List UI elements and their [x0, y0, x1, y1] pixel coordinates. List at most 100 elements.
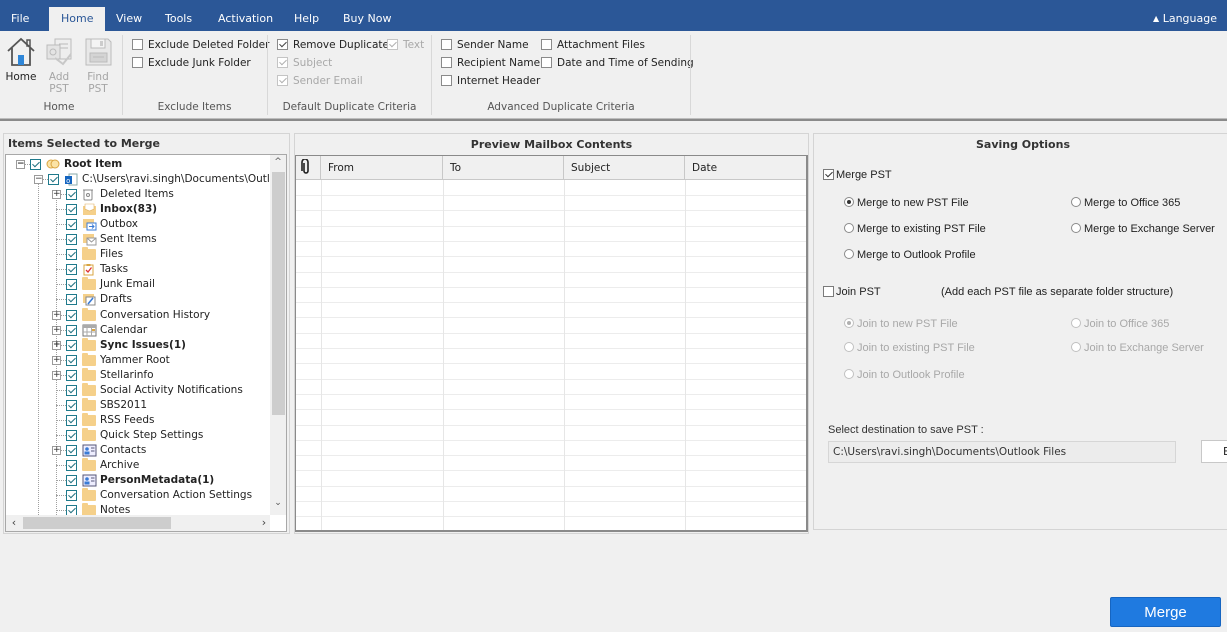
- menu-buy-now[interactable]: Buy Now: [343, 0, 391, 31]
- tree-item[interactable]: Tasks: [6, 262, 270, 277]
- tree-item-checkbox[interactable]: [66, 324, 77, 336]
- exclude-junk-folder-checkbox[interactable]: Exclude Junk Folder: [132, 55, 251, 71]
- tree-item-checkbox[interactable]: [66, 369, 77, 381]
- tree-item-checkbox[interactable]: [66, 475, 77, 487]
- remove-duplicate-checkbox[interactable]: Remove Duplicate: [277, 37, 389, 53]
- tree-item-checkbox[interactable]: [66, 234, 77, 246]
- scroll-left-arrow-icon[interactable]: ‹: [7, 515, 21, 531]
- tree-item[interactable]: SBS2011: [6, 397, 270, 413]
- expand-icon[interactable]: +: [52, 445, 61, 455]
- tree-item-checkbox[interactable]: [66, 414, 77, 426]
- tree-item-checkbox[interactable]: [66, 444, 77, 456]
- join-to-new-pst-radio[interactable]: Join to new PST File: [844, 316, 958, 332]
- expand-icon[interactable]: +: [52, 340, 61, 350]
- merge-pst-checkbox[interactable]: Merge PST: [823, 167, 892, 183]
- find-pst-button[interactable]: Find PST: [79, 36, 117, 95]
- sender-email-checkbox[interactable]: Sender Email: [277, 73, 363, 89]
- tree-item-checkbox[interactable]: [66, 339, 77, 351]
- folder-tree[interactable]: − Root Item − o C:\Users\ravi.singh\Document…: [5, 154, 287, 532]
- scrollbar-thumb[interactable]: [23, 517, 171, 529]
- scroll-right-arrow-icon[interactable]: ›: [257, 515, 271, 531]
- add-pst-button[interactable]: Add PST: [40, 36, 78, 95]
- scrollbar-thumb[interactable]: [272, 172, 285, 415]
- join-to-exchange-server-radio[interactable]: Join to Exchange Server: [1071, 340, 1204, 356]
- destination-path-input[interactable]: C:\Users\ravi.singh\Documents\Outlook Fi…: [828, 441, 1176, 463]
- tree-item[interactable]: + Deleted Items: [6, 187, 270, 202]
- tree-item-checkbox[interactable]: [66, 264, 77, 276]
- date-column-header[interactable]: Date: [685, 156, 806, 180]
- collapse-icon[interactable]: −: [34, 175, 43, 185]
- join-to-office365-radio[interactable]: Join to Office 365: [1071, 316, 1169, 332]
- tree-item[interactable]: Sent Items: [6, 232, 270, 247]
- tree-item[interactable]: − o C:\Users\ravi.singh\Documents\Outlook …: [6, 172, 286, 187]
- subject-checkbox[interactable]: Subject: [277, 55, 332, 71]
- tree-item-checkbox[interactable]: [48, 174, 59, 186]
- tree-item-checkbox[interactable]: [66, 399, 77, 411]
- from-column-header[interactable]: From: [321, 156, 443, 180]
- merge-to-existing-pst-radio[interactable]: Merge to existing PST File: [844, 221, 986, 237]
- internet-header-checkbox[interactable]: Internet Header: [441, 73, 540, 89]
- exclude-deleted-folder-checkbox[interactable]: Exclude Deleted Folder: [132, 37, 269, 53]
- tree-item-checkbox[interactable]: [66, 279, 77, 291]
- tree-item[interactable]: Junk Email: [6, 277, 270, 292]
- tree-item[interactable]: + Yammer Root: [6, 352, 270, 368]
- tree-item-checkbox[interactable]: [66, 189, 77, 201]
- scroll-up-arrow-icon[interactable]: ^: [270, 157, 286, 171]
- tree-item-checkbox[interactable]: [30, 159, 41, 170]
- text-checkbox[interactable]: Text: [387, 37, 424, 53]
- browse-button[interactable]: B: [1201, 440, 1227, 463]
- tree-item[interactable]: Conversation Action Settings: [6, 488, 270, 503]
- tree-horizontal-scrollbar[interactable]: ‹ ›: [6, 515, 270, 531]
- tree-item[interactable]: Inbox(83): [6, 202, 270, 217]
- join-pst-checkbox[interactable]: Join PST: [823, 284, 881, 300]
- tree-item[interactable]: Outbox: [6, 217, 270, 232]
- merge-to-new-pst-radio[interactable]: Merge to new PST File: [844, 195, 969, 211]
- tree-item[interactable]: + Sync Issues(1): [6, 337, 270, 353]
- menu-view[interactable]: View: [116, 0, 142, 31]
- tree-item-checkbox[interactable]: [66, 384, 77, 396]
- tree-item[interactable]: Archive: [6, 458, 270, 473]
- tree-item[interactable]: Drafts: [6, 292, 270, 307]
- tree-item[interactable]: Social Activity Notifications: [6, 382, 270, 398]
- language-menu[interactable]: ▲ Language: [1153, 0, 1217, 31]
- to-column-header[interactable]: To: [443, 156, 564, 180]
- collapse-icon[interactable]: −: [16, 160, 25, 169]
- attachment-files-checkbox[interactable]: Attachment Files: [541, 37, 645, 53]
- tree-item-checkbox[interactable]: [66, 294, 77, 306]
- tree-item[interactable]: + Conversation History: [6, 307, 270, 323]
- join-to-existing-pst-radio[interactable]: Join to existing PST File: [844, 340, 975, 356]
- merge-button[interactable]: Merge: [1110, 597, 1221, 627]
- menu-activation[interactable]: Activation: [218, 0, 273, 31]
- scroll-down-arrow-icon[interactable]: ⌄: [270, 498, 286, 512]
- tree-item-checkbox[interactable]: [66, 429, 77, 441]
- merge-to-exchange-server-radio[interactable]: Merge to Exchange Server: [1071, 221, 1215, 237]
- tree-item-checkbox[interactable]: [66, 219, 77, 231]
- tree-item[interactable]: Files: [6, 247, 270, 262]
- merge-to-office365-radio[interactable]: Merge to Office 365: [1071, 195, 1180, 211]
- join-to-outlook-profile-radio[interactable]: Join to Outlook Profile: [844, 367, 965, 383]
- menu-home[interactable]: Home: [49, 7, 106, 31]
- expand-icon[interactable]: +: [52, 355, 61, 365]
- merge-to-outlook-profile-radio[interactable]: Merge to Outlook Profile: [844, 247, 976, 263]
- sender-name-checkbox[interactable]: Sender Name: [441, 37, 529, 53]
- tree-item-checkbox[interactable]: [66, 309, 77, 321]
- subject-column-header[interactable]: Subject: [564, 156, 685, 180]
- tree-item-checkbox[interactable]: [66, 490, 77, 502]
- tree-item[interactable]: + Contacts: [6, 443, 270, 458]
- tree-item[interactable]: Quick Step Settings: [6, 427, 270, 443]
- tree-vertical-scrollbar[interactable]: ^ ⌄: [270, 155, 286, 515]
- date-time-of-sending-checkbox[interactable]: Date and Time of Sending: [541, 55, 694, 71]
- attachment-column-header[interactable]: [296, 156, 321, 180]
- tree-item-checkbox[interactable]: [66, 204, 77, 216]
- tree-item[interactable]: − Root Item: [6, 157, 270, 172]
- expand-icon[interactable]: +: [52, 370, 61, 380]
- home-button[interactable]: Home: [2, 36, 40, 83]
- mail-preview-grid[interactable]: From To Subject Date: [295, 155, 808, 532]
- menu-file[interactable]: File: [11, 0, 29, 31]
- tree-item[interactable]: + Stellarinfo: [6, 367, 270, 383]
- tree-item-checkbox[interactable]: [66, 354, 77, 366]
- expand-icon[interactable]: +: [52, 190, 61, 200]
- tree-item-checkbox[interactable]: [66, 249, 77, 261]
- expand-icon[interactable]: +: [52, 325, 61, 335]
- menu-help[interactable]: Help: [294, 0, 319, 31]
